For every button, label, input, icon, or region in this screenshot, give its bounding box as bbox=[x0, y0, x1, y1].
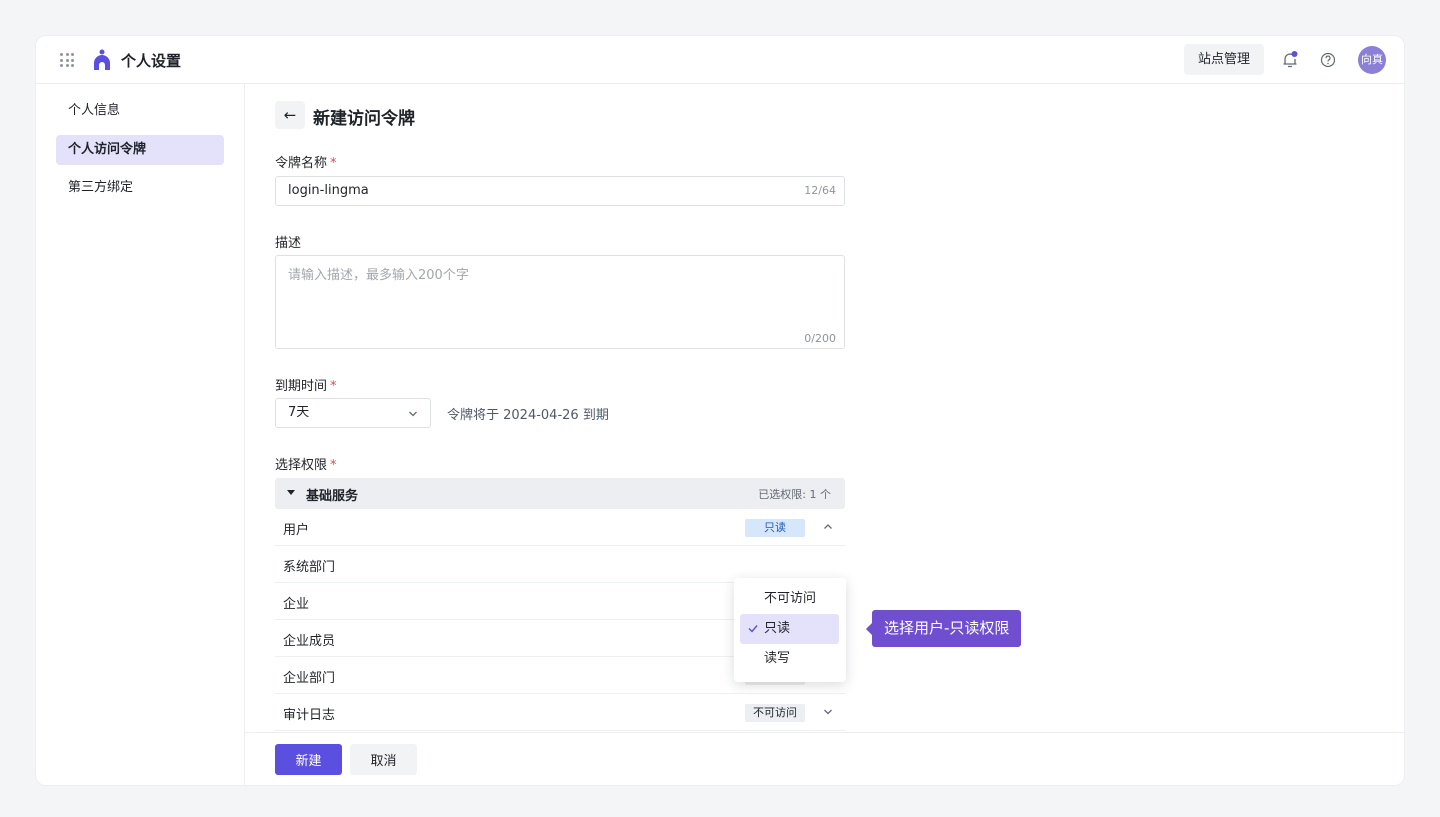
site-admin-button[interactable]: 站点管理 bbox=[1184, 44, 1265, 75]
permission-level-tag[interactable]: 不可访问 bbox=[745, 704, 805, 722]
expire-label: 到期时间 * bbox=[275, 379, 337, 394]
permission-name: 系统部门 bbox=[283, 560, 336, 575]
option-read-only[interactable]: 只读 bbox=[740, 614, 839, 644]
description-placeholder: 请输入描述，最多输入200个字 bbox=[288, 268, 469, 283]
logo-icon bbox=[94, 49, 110, 70]
create-button[interactable]: 新建 bbox=[275, 744, 342, 775]
token-name-counter: 12/64 bbox=[804, 184, 836, 197]
permission-name: 用户 bbox=[283, 523, 310, 538]
permission-name: 企业 bbox=[283, 597, 310, 612]
permission-label: 选择权限 * bbox=[275, 458, 337, 473]
description-label: 描述 bbox=[275, 236, 302, 251]
page-title: 新建访问令牌 bbox=[313, 109, 415, 129]
cancel-button[interactable]: 取消 bbox=[350, 744, 417, 775]
permission-group-header[interactable]: 基础服务 已选权限: 1 个 bbox=[275, 478, 845, 509]
chevron-up-icon[interactable] bbox=[823, 522, 833, 532]
expire-value: 7天 bbox=[288, 405, 310, 420]
chevron-down-icon bbox=[409, 411, 417, 417]
expire-hint: 令牌将于 2024-04-26 到期 bbox=[447, 408, 609, 423]
sidebar-item-third-party[interactable]: 第三方绑定 bbox=[56, 173, 224, 203]
permission-level-tag[interactable]: 只读 bbox=[745, 519, 805, 537]
token-name-label: 令牌名称 * bbox=[275, 156, 337, 171]
option-no-access[interactable]: 不可访问 bbox=[740, 584, 839, 614]
description-counter: 0/200 bbox=[804, 332, 836, 345]
group-name: 基础服务 bbox=[306, 489, 359, 504]
sidebar-item-access-tokens[interactable]: 个人访问令牌 bbox=[56, 135, 224, 165]
permission-name: 企业部门 bbox=[283, 671, 336, 686]
group-selected-count: 已选权限: 1 个 bbox=[758, 488, 831, 501]
permission-name: 企业成员 bbox=[283, 634, 336, 649]
caret-down-icon bbox=[287, 490, 295, 495]
sidebar-item-profile[interactable]: 个人信息 bbox=[56, 96, 224, 126]
help-icon[interactable] bbox=[1320, 52, 1336, 68]
check-icon bbox=[748, 625, 758, 633]
chevron-down-icon[interactable] bbox=[823, 707, 833, 717]
form-footer: 新建 取消 bbox=[245, 732, 1404, 785]
permission-row: 审计日志 不可访问 bbox=[275, 694, 845, 731]
back-button[interactable]: ← bbox=[275, 101, 305, 129]
permission-level-dropdown: 不可访问 只读 读写 bbox=[734, 578, 846, 682]
app-window: 个人设置 站点管理 向真 个人信息 个人访问令牌 第三方绑定 ← 新建访问令牌 … bbox=[36, 36, 1404, 785]
avatar[interactable]: 向真 bbox=[1358, 46, 1386, 74]
option-read-write[interactable]: 读写 bbox=[740, 644, 839, 674]
annotation-tooltip: 选择用户-只读权限 bbox=[865, 610, 1022, 647]
app-grid-icon[interactable] bbox=[60, 53, 74, 67]
arrow-left-icon: ← bbox=[283, 106, 297, 124]
main-content: ← 新建访问令牌 令牌名称 * login-lingma 12/64 描述 请输入… bbox=[245, 84, 1404, 785]
expire-select[interactable]: 7天 bbox=[275, 398, 431, 428]
top-bar: 个人设置 站点管理 向真 bbox=[36, 36, 1404, 84]
bell-icon[interactable] bbox=[1282, 51, 1298, 69]
permission-name: 审计日志 bbox=[283, 708, 336, 723]
sidebar: 个人信息 个人访问令牌 第三方绑定 bbox=[36, 84, 245, 785]
description-textarea[interactable]: 请输入描述，最多输入200个字 0/200 bbox=[275, 255, 845, 349]
permission-row: 用户 只读 bbox=[275, 509, 845, 546]
token-name-input[interactable]: login-lingma 12/64 bbox=[275, 176, 845, 206]
token-name-value: login-lingma bbox=[288, 183, 369, 198]
app-title: 个人设置 bbox=[121, 52, 182, 70]
